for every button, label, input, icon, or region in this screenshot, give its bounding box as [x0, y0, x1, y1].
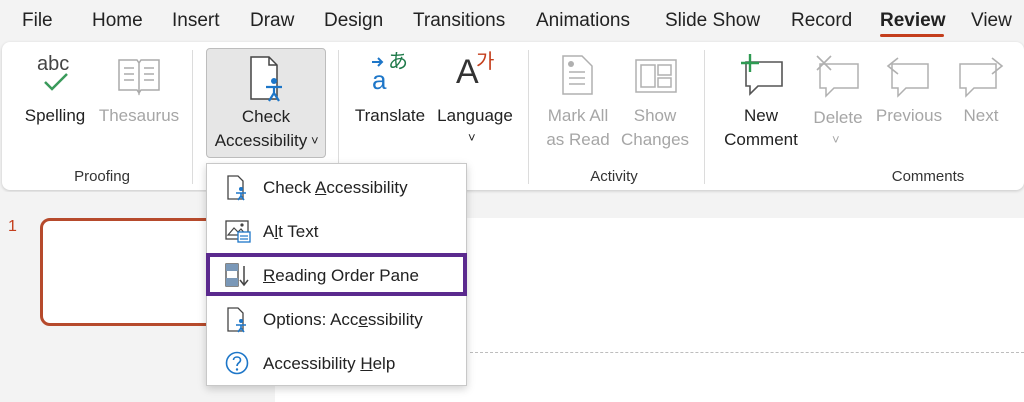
tab-view[interactable]: View: [971, 10, 1012, 32]
group-label-activity: Activity: [590, 168, 638, 185]
new-comment-icon: [741, 54, 783, 96]
check-accessibility-line2: Accessibility: [214, 131, 308, 150]
tab-record[interactable]: Record: [791, 10, 852, 32]
delete-comment-button[interactable]: Delete ˅: [808, 50, 868, 154]
mark-all-line1: Mark All: [547, 106, 609, 125]
previous-comment-button[interactable]: Previous: [872, 50, 946, 134]
language-button[interactable]: A 가 Language ˅: [434, 50, 516, 154]
tab-draw[interactable]: Draw: [250, 10, 294, 32]
spelling-check-icon: abc: [35, 52, 75, 92]
menu-bar: File Home Insert Draw Design Transitions…: [0, 0, 1024, 42]
menu-item-options-accessibility[interactable]: Options: Accessibility: [207, 300, 466, 340]
translate-icon: あ a: [372, 51, 408, 95]
thesaurus-button[interactable]: Thesaurus: [96, 50, 182, 134]
help-icon: [225, 351, 249, 375]
translate-label: Translate: [354, 106, 426, 125]
group-label-proofing: Proofing: [74, 168, 130, 185]
mark-all-line2: as Read: [546, 130, 610, 149]
check-accessibility-button[interactable]: Check Accessibility ˅: [206, 48, 326, 158]
tab-transitions[interactable]: Transitions: [413, 10, 505, 32]
tab-animations[interactable]: Animations: [536, 10, 630, 32]
tab-design[interactable]: Design: [324, 10, 383, 32]
book-icon: [118, 59, 160, 96]
alt-text-icon: [225, 220, 251, 243]
placeholder-border: [470, 352, 1024, 353]
thesaurus-label: Thesaurus: [98, 106, 180, 125]
translate-button[interactable]: あ a Translate: [352, 50, 428, 134]
reading-order-highlight-box: [206, 253, 467, 296]
show-changes-line2: Changes: [620, 130, 690, 149]
tab-review[interactable]: Review: [880, 10, 945, 32]
accessibility-options-icon: [227, 307, 246, 333]
menu-item-label: Accessibility Help: [263, 354, 396, 373]
chevron-down-icon: ˅: [832, 132, 840, 147]
previous-label: Previous: [875, 106, 943, 125]
chevron-down-icon: ˅: [468, 130, 476, 145]
menu-item-accessibility-help[interactable]: Accessibility Help: [207, 344, 466, 384]
menu-item-check-accessibility[interactable]: Check Accessibility: [207, 168, 466, 208]
check-accessibility-line1: Check: [241, 107, 291, 126]
slide-number: 1: [8, 218, 17, 235]
accessibility-checker-icon: [250, 56, 282, 102]
accessibility-checker-icon: [227, 175, 246, 201]
language-label: Language: [437, 106, 513, 125]
show-changes-line1: Show: [633, 106, 677, 125]
group-label-comments: Comments: [891, 168, 965, 185]
delete-comment-icon: [816, 55, 859, 98]
new-comment-line1: New: [743, 106, 778, 125]
group-divider: [528, 50, 529, 184]
active-tab-indicator: [880, 34, 944, 37]
menu-item-label: Alt Text: [263, 222, 319, 241]
menu-item-label: Check Accessibility: [263, 178, 408, 197]
delete-label: Delete: [813, 108, 863, 127]
group-divider: [192, 50, 193, 184]
ribbon: abc Spelling Thesaurus Proofing Check Ac…: [2, 42, 1024, 190]
show-changes-button[interactable]: Show Changes: [616, 50, 694, 154]
spelling-button[interactable]: abc Spelling: [20, 50, 90, 134]
tab-file[interactable]: File: [22, 10, 53, 32]
tab-insert[interactable]: Insert: [172, 10, 220, 32]
show-changes-icon: [635, 59, 677, 93]
new-comment-line2: Comment: [724, 130, 798, 149]
next-comment-button[interactable]: Next: [952, 50, 1010, 134]
new-comment-button[interactable]: New Comment: [716, 50, 806, 154]
previous-comment-icon: [886, 57, 929, 98]
chevron-down-icon: ˅: [311, 133, 319, 148]
language-icon: A 가: [456, 51, 495, 91]
menu-item-label: Options: Accessibility: [263, 310, 423, 329]
next-comment-icon: [959, 57, 1004, 98]
mark-read-icon: [562, 55, 593, 95]
menu-item-alt-text[interactable]: Alt Text: [207, 212, 466, 252]
tab-slide-show[interactable]: Slide Show: [665, 10, 760, 32]
next-label: Next: [963, 106, 999, 125]
spelling-label: Spelling: [24, 106, 86, 125]
group-divider: [704, 50, 705, 184]
tab-home[interactable]: Home: [92, 10, 143, 32]
mark-all-as-read-button[interactable]: Mark All as Read: [540, 50, 616, 154]
